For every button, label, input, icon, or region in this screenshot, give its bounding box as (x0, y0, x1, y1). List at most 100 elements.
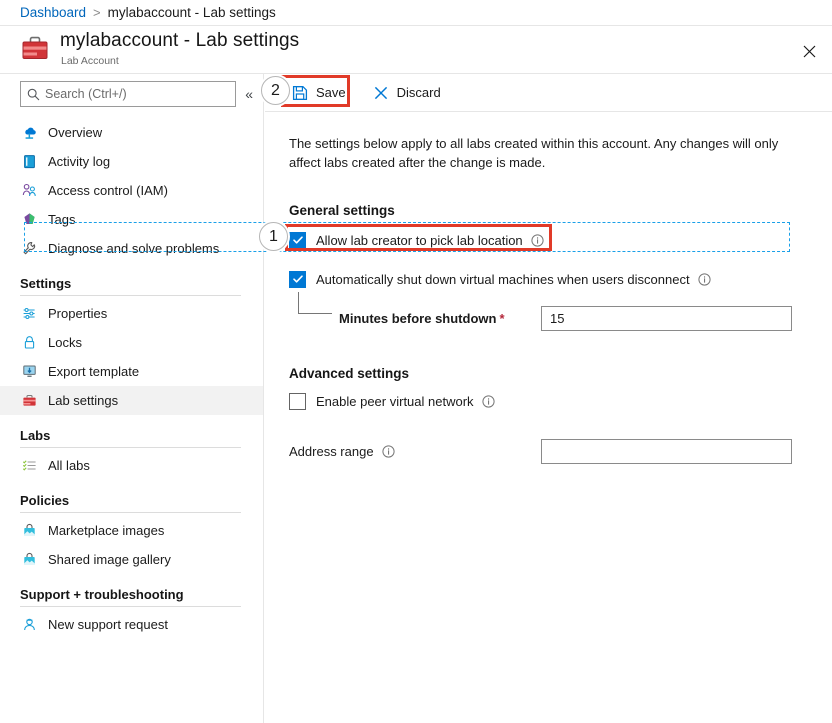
enable-peer-vnet-row: Enable peer virtual network (289, 390, 792, 412)
info-icon[interactable] (381, 444, 395, 458)
sidebar-item-label: Properties (48, 306, 108, 321)
sidebar-item-label: All labs (48, 458, 90, 473)
sidebar-item-tags[interactable]: Tags (0, 205, 263, 234)
sidebar-divider (20, 447, 241, 448)
sidebar-item-properties[interactable]: Properties (0, 299, 263, 328)
intro-text: The settings below apply to all labs cre… (289, 136, 779, 170)
sidebar-item-label: Diagnose and solve problems (48, 241, 220, 256)
sidebar-search-row: « (0, 74, 263, 114)
discard-button[interactable]: Discard (364, 79, 449, 107)
settings-form: The settings below apply to all labs cre… (265, 112, 832, 465)
breadcrumb-dashboard-link[interactable]: Dashboard (20, 5, 86, 20)
sidebar-item-label: New support request (48, 617, 168, 632)
tags-icon (20, 211, 38, 229)
address-range-label: Address range (289, 443, 374, 459)
sidebar-item-overview[interactable]: Overview (0, 118, 263, 147)
sidebar-item-new-support-request[interactable]: New support request (0, 610, 263, 639)
tree-elbow-connector (298, 292, 332, 314)
save-floppy-icon (291, 84, 309, 102)
sidebar-divider (20, 606, 241, 607)
support-person-icon (20, 616, 38, 634)
sidebar-item-shared-image-gallery[interactable]: Shared image gallery (0, 545, 263, 574)
blade-header: mylabaccount - Lab settings Lab Account (0, 26, 832, 74)
allow-lab-location-checkbox[interactable] (289, 231, 306, 249)
azure-portal-blade: Dashboard > mylabaccount - Lab settings … (0, 0, 832, 723)
address-range-row: Address range (289, 437, 792, 465)
close-icon[interactable] (794, 36, 824, 66)
sidebar-item-label: Shared image gallery (48, 552, 171, 567)
sidebar-item-access-control[interactable]: Access control (IAM) (0, 176, 263, 205)
required-asterisk: * (499, 310, 505, 326)
page-subtitle: Lab Account (61, 55, 119, 67)
toolbox-icon (20, 392, 38, 410)
sidebar-group-title-settings: Settings (20, 276, 72, 291)
page-title: mylabaccount - Lab settings (60, 30, 300, 51)
wrench-icon (20, 240, 38, 258)
minutes-before-shutdown-input[interactable] (541, 305, 792, 331)
lock-icon (20, 334, 38, 352)
sidebar-item-label: Tags (48, 212, 76, 227)
sidebar-item-label: Activity log (48, 154, 111, 169)
sidebar-item-label: Locks (48, 335, 82, 350)
general-settings-heading: General settings (289, 203, 395, 218)
minutes-before-shutdown-label-text: Minutes before shutdown (339, 310, 497, 326)
sidebar-item-label: Overview (48, 125, 103, 140)
breadcrumb-current: mylabaccount - Lab settings (107, 5, 276, 20)
double-chevron-left-icon[interactable]: « (245, 87, 253, 101)
blade-content: Save Discard The settings below apply to… (265, 74, 832, 723)
allow-lab-location-row: Allow lab creator to pick lab location (289, 229, 792, 251)
sidebar-item-all-labs[interactable]: All labs (0, 451, 263, 480)
sidebar-divider (20, 512, 241, 513)
save-button[interactable]: Save (283, 79, 354, 107)
sidebar-divider (20, 295, 241, 296)
auto-shutdown-label: Automatically shut down virtual machines… (316, 271, 690, 287)
properties-icon (20, 305, 38, 323)
export-template-icon (20, 363, 38, 381)
minutes-before-shutdown-row: Minutes before shutdown * (289, 292, 792, 333)
marketplace-icon (20, 522, 38, 540)
info-icon[interactable] (697, 272, 711, 286)
step-badge-1: 1 (259, 222, 288, 251)
sidebar-item-marketplace-images[interactable]: Marketplace images (0, 516, 263, 545)
all-labs-icon (20, 457, 38, 475)
enable-peer-vnet-label: Enable peer virtual network (316, 393, 474, 409)
search-box[interactable] (20, 81, 237, 107)
enable-peer-vnet-checkbox[interactable] (289, 392, 306, 410)
sidebar-primary-nav: Overview Activity log Access control (IA… (0, 114, 263, 639)
discard-button-label: Discard (396, 85, 441, 100)
activity-log-icon (20, 153, 38, 171)
save-button-label: Save (316, 85, 346, 100)
auto-shutdown-row: Automatically shut down virtual machines… (289, 268, 792, 290)
allow-lab-location-label: Allow lab creator to pick lab location (316, 232, 523, 248)
sidebar-group-title-labs: Labs (20, 428, 51, 443)
toolbox-icon (20, 35, 50, 63)
blade-sidebar: « Overview (0, 74, 264, 723)
sidebar-item-export-template[interactable]: Export template (0, 357, 263, 386)
discard-x-icon (372, 84, 390, 102)
sidebar-item-label: Export template (48, 364, 140, 379)
info-icon[interactable] (531, 233, 544, 247)
command-bar: Save Discard (265, 74, 832, 112)
auto-shutdown-checkbox[interactable] (289, 270, 306, 288)
advanced-settings-heading: Advanced settings (289, 366, 410, 381)
sidebar-group-title-support: Support + troubleshooting (20, 587, 184, 602)
search-input[interactable] (45, 87, 225, 101)
breadcrumb-separator-icon: > (93, 5, 101, 20)
search-icon (21, 88, 45, 101)
sidebar-item-activity-log[interactable]: Activity log (0, 147, 263, 176)
info-icon[interactable] (481, 394, 495, 408)
sidebar-item-label: Lab settings (48, 393, 119, 408)
minutes-before-shutdown-label: Minutes before shutdown * (339, 311, 505, 326)
breadcrumb: Dashboard > mylabaccount - Lab settings (0, 0, 832, 26)
sidebar-group-title-policies: Policies (20, 493, 70, 508)
sidebar-item-lab-settings[interactable]: Lab settings (0, 386, 263, 415)
address-range-input[interactable] (541, 438, 792, 464)
shared-gallery-icon (20, 551, 38, 569)
sidebar-item-diagnose[interactable]: Diagnose and solve problems (0, 234, 263, 263)
sidebar-item-label: Access control (IAM) (48, 183, 168, 198)
access-control-icon (20, 182, 38, 200)
sidebar-item-label: Marketplace images (48, 523, 165, 538)
sidebar-item-locks[interactable]: Locks (0, 328, 263, 357)
cloud-overview-icon (20, 124, 38, 142)
step-badge-2: 2 (261, 76, 290, 105)
